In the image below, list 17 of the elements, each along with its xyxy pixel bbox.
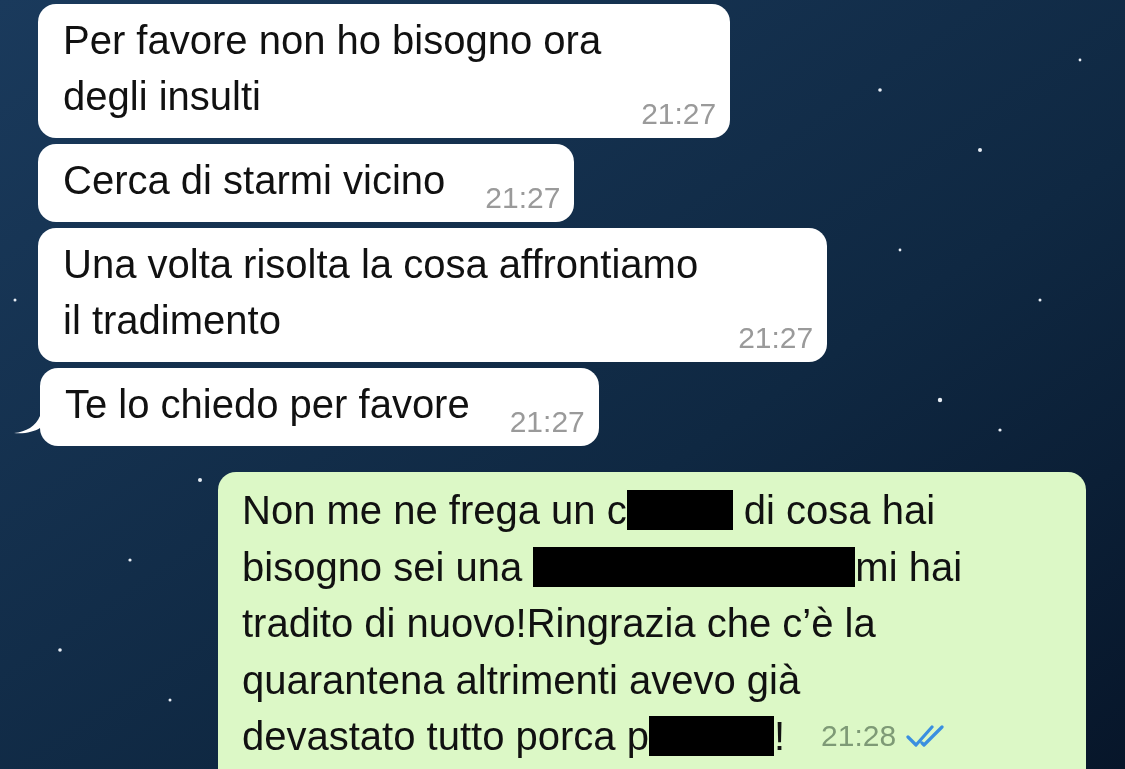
message-text: !: [773, 713, 786, 760]
message-time: 21:27: [485, 180, 561, 216]
message-text: Una volta risolta la cosa affrontiamo il tradimento: [63, 241, 699, 344]
message-text: Te lo chiedo per favore: [65, 381, 470, 428]
message-text: bisogno sei una: [242, 543, 524, 591]
message-time: 21:28: [821, 718, 897, 754]
message-text: Cerca di starmi vicino: [63, 157, 446, 204]
message-time: 21:27: [509, 404, 585, 440]
message-text: devastato tutto porca p: [242, 713, 649, 760]
message-text: Per favore non ho bisogno ora degli insulti: [63, 17, 602, 120]
message-text: Non me ne frega un c: [242, 487, 627, 534]
message-text: tradito di nuovo!Ringrazia che c’è la: [242, 600, 876, 647]
message-time: 21:27: [738, 320, 814, 356]
message-text: quarantena altrimenti avevo già: [242, 656, 801, 704]
message-text: mi hai: [855, 543, 963, 591]
message-time: 21:27: [641, 96, 717, 132]
message-text: di cosa hai: [742, 487, 935, 534]
